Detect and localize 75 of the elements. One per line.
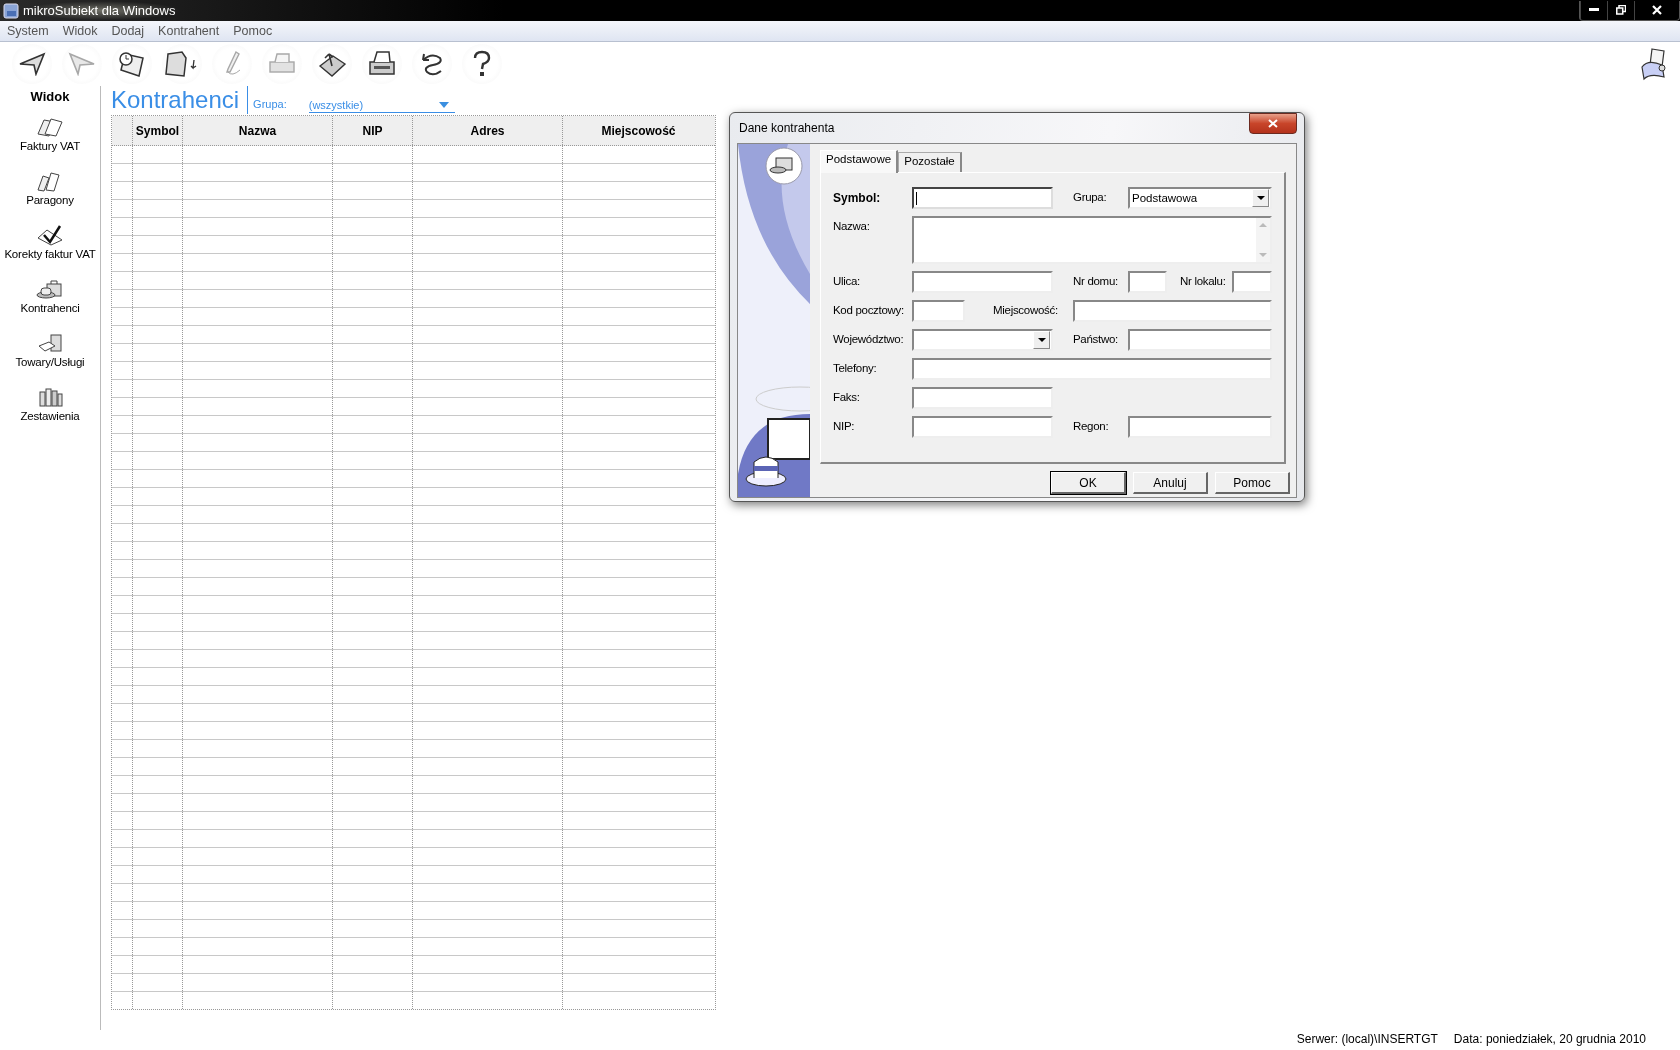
tab[interactable]: Pozostałe — [898, 152, 962, 172]
input-field[interactable] — [912, 416, 1053, 438]
dialog-title: Dane kontrahenta — [739, 121, 835, 135]
printer-icon — [367, 50, 397, 78]
input-field[interactable] — [1128, 271, 1167, 293]
close-icon — [1652, 5, 1662, 15]
field-label: Województwo: — [833, 332, 905, 345]
field-label: Symbol: — [833, 190, 882, 205]
input-field[interactable] — [1128, 329, 1272, 351]
column-header[interactable]: Adres — [413, 116, 563, 145]
sidebar-item[interactable]: Towary/Usługi — [0, 332, 100, 386]
field-label: Nr lokalu: — [1180, 274, 1227, 287]
menu-item[interactable]: Pomoc — [233, 24, 273, 38]
sidebar-item[interactable]: Korekty faktur VAT — [0, 224, 100, 278]
sidebar-item[interactable]: Kontrahenci — [0, 278, 100, 332]
help-icon — [471, 50, 493, 78]
close-icon — [1268, 118, 1278, 128]
menu-item[interactable]: Widok — [62, 24, 98, 38]
column-header[interactable]: Symbol — [133, 116, 183, 145]
column-header[interactable]: Miejscowość — [563, 116, 714, 145]
text-area[interactable] — [912, 216, 1272, 264]
folder-arrow-icon — [317, 50, 347, 78]
column-header[interactable]: Nazwa — [183, 116, 333, 145]
field-label: Faks: — [833, 390, 861, 403]
clipboard-clock-icon — [117, 50, 147, 78]
app-icon — [3, 2, 19, 19]
field-label: Regon: — [1073, 419, 1110, 432]
field-label: NIP: — [833, 419, 856, 432]
field-label: Grupa: — [1073, 190, 1108, 203]
menu-item[interactable]: Dodaj — [111, 24, 145, 38]
field-label: Nazwa: — [833, 219, 871, 232]
close-button[interactable] — [1249, 112, 1297, 134]
sidebar-item[interactable]: Zestawienia — [0, 386, 100, 440]
dropdown-arrow-icon — [438, 102, 449, 108]
column-header[interactable]: NIP — [333, 116, 413, 145]
dropdown-field[interactable] — [912, 329, 1053, 351]
date-status: Data: poniedziałek, 20 grudnia 2010 — [1453, 1032, 1646, 1046]
sidebar-item[interactable]: Faktury VAT — [0, 116, 100, 170]
dialog-button[interactable]: OK — [1051, 472, 1126, 494]
dropdown-arrow-icon — [1256, 196, 1265, 200]
menu-item[interactable]: Kontrahent — [158, 24, 220, 38]
paper-roll-icon — [1638, 47, 1668, 81]
hat-briefcase-icon — [35, 278, 65, 300]
checkmark-document-icon — [35, 224, 65, 246]
field-label: Telefony: — [833, 361, 878, 374]
sidebar-title: Widok — [30, 89, 70, 104]
field-label: Miejscowość: — [993, 303, 1059, 316]
server-status: Serwer: (local)\INSERTGT — [1296, 1032, 1438, 1046]
filter-label: Grupa: — [253, 98, 287, 110]
field-label: Kod pocztowy: — [833, 303, 905, 316]
field-label: Ulica: — [833, 274, 861, 287]
input-field[interactable] — [912, 387, 1053, 409]
documents-icon — [35, 116, 65, 138]
tab[interactable]: Podstawowe — [820, 150, 899, 173]
sidebar-item[interactable]: Paragony — [0, 170, 100, 224]
minimize-icon — [1589, 8, 1599, 12]
input-field[interactable] — [912, 271, 1053, 293]
input-field[interactable] — [912, 358, 1272, 380]
menu-item[interactable]: System — [7, 24, 49, 38]
group-dropdown[interactable]: (wszystkie) — [308, 99, 455, 113]
input-field[interactable] — [912, 300, 965, 322]
page-title: Kontrahenci — [111, 86, 249, 114]
arrow-right-icon — [68, 52, 96, 76]
dialog-button[interactable]: Pomoc — [1215, 472, 1290, 494]
input-field[interactable] — [1232, 271, 1272, 293]
restore-icon — [1616, 5, 1626, 15]
field-label: Państwo: — [1073, 332, 1119, 345]
input-field[interactable] — [1073, 300, 1272, 322]
input-field[interactable] — [1128, 416, 1272, 438]
field-label: Nr domu: — [1073, 274, 1119, 287]
dropdown-arrow-icon — [1037, 338, 1046, 342]
dialog-button[interactable]: Anuluj — [1133, 472, 1208, 494]
dropdown-field[interactable]: Podstawowa — [1128, 187, 1272, 209]
input-field[interactable] — [912, 187, 1053, 209]
arrow-left-icon — [18, 52, 46, 76]
